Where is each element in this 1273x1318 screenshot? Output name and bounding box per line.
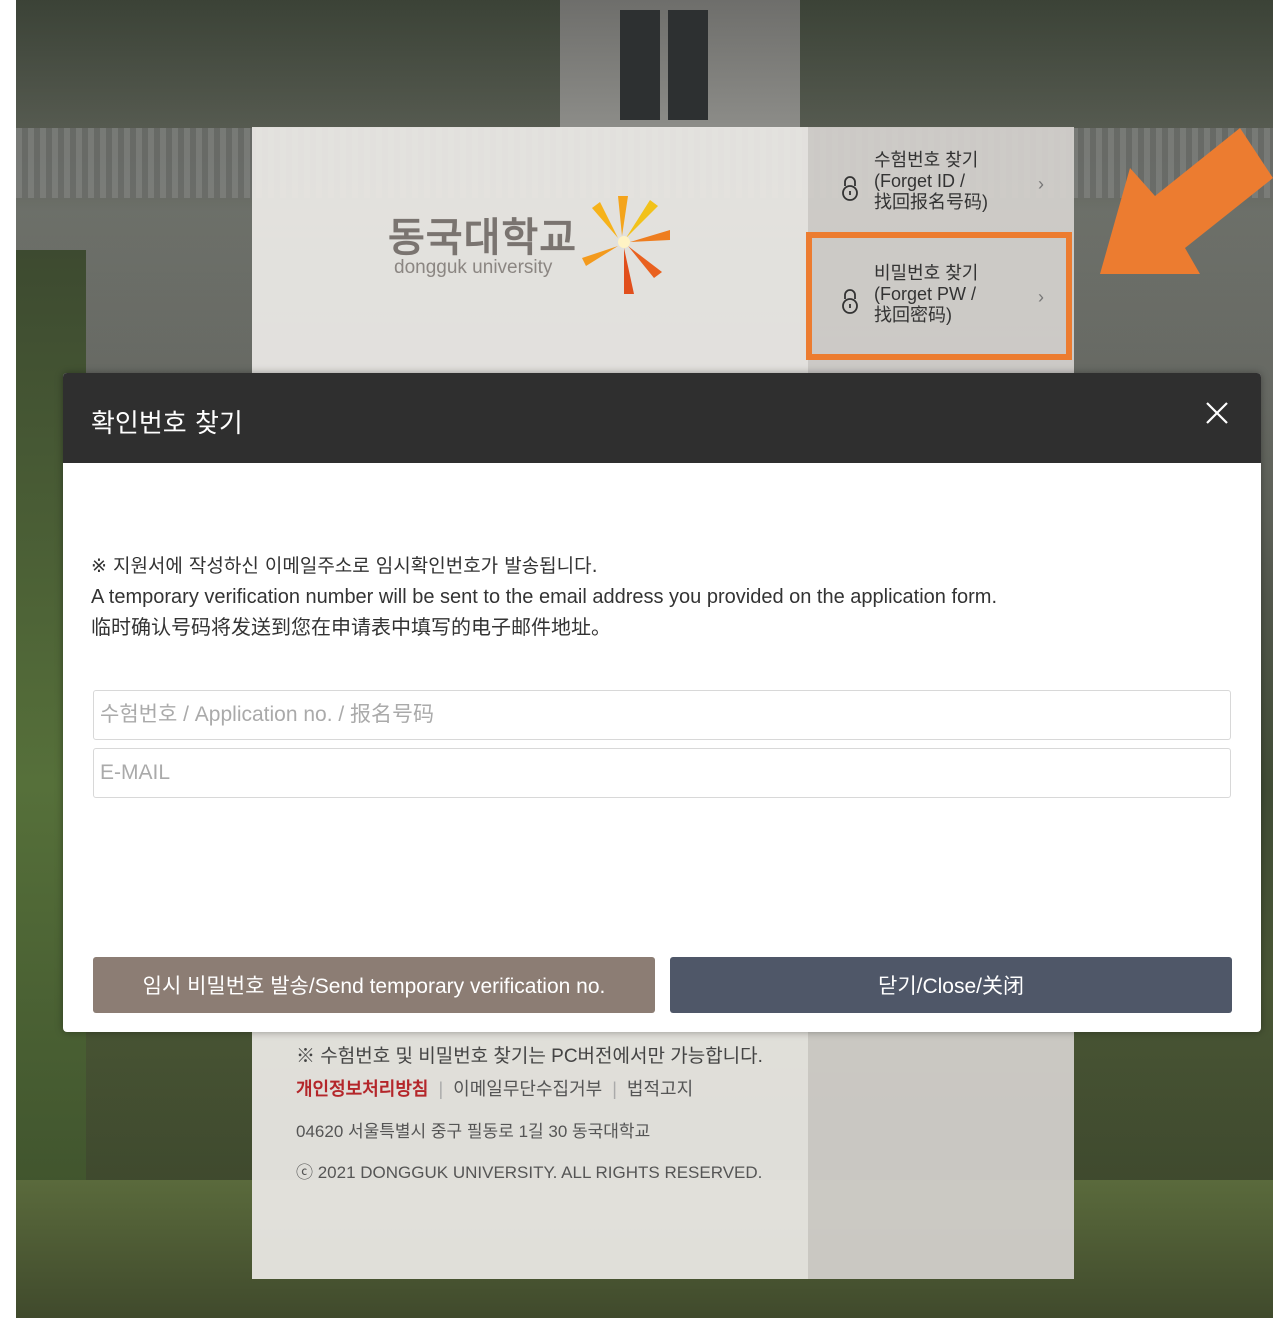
application-number-input[interactable] [93,690,1231,740]
email-input[interactable] [93,748,1231,798]
footer-copyright: ⓒ 2021 DONGGUK UNIVERSITY. ALL RIGHTS RE… [296,1163,763,1182]
modal-header: 확인번호 찾기 [63,373,1261,463]
send-verification-button[interactable]: 임시 비밀번호 발송/Send temporary verification n… [93,957,655,1013]
background-window [620,10,660,120]
background-window [668,10,708,120]
page-footer: ※ 수험번호 및 비밀번호 찾기는 PC버전에서만 가능합니다. 개인정보처리방… [296,1040,776,1183]
message-chinese: 临时确认号码将发送到您在申请表中填写的电子邮件地址。 [91,617,611,639]
footer-links: 개인정보처리방침 | 이메일무단수집거부 | 법적고지 [296,1075,776,1101]
footer-address: 04620 서울특별시 중구 필동로 1길 30 동국대학교 [296,1122,651,1141]
message-english: A temporary verification number will be … [91,586,998,608]
close-button[interactable]: 닫기/Close/关闭 [670,957,1232,1013]
separator: | [438,1079,444,1099]
footer-note: ※ 수험번호 및 비밀번호 찾기는 PC버전에서만 가능합니다. [296,1046,763,1067]
message-korean: ※ 지원서에 작성하신 이메일주소로 임시확인번호가 발송됩니다. [91,555,598,577]
close-icon[interactable] [1203,399,1231,427]
privacy-policy-link[interactable]: 개인정보처리방침 [296,1079,428,1099]
find-id-label-ko: 수험번호 찾기 [874,150,979,170]
lock-icon [842,176,858,201]
find-id-link[interactable]: 수험번호 찾기 (Forget ID / 找回报名号码) › [808,130,1074,238]
find-id-label-zh: 找回报名号码) [874,192,988,212]
email-refusal-link[interactable]: 이메일무단수집거부 [453,1079,602,1099]
university-logo-korean: 동국대학교 [388,215,577,261]
annotation-arrow-icon [1100,128,1273,274]
separator: | [612,1079,617,1099]
find-id-label-en: (Forget ID / [874,171,966,191]
highlight-box [806,232,1072,360]
find-verification-modal: 확인번호 찾기 ※ 지원서에 작성하신 이메일주소로 임시확인번호가 발송됩니다… [63,373,1261,1032]
modal-title: 확인번호 찾기 [91,409,243,439]
modal-message: ※ 지원서에 작성하신 이메일주소로 임시확인번호가 발송됩니다. A temp… [91,551,1231,644]
legal-notice-link[interactable]: 법적고지 [627,1079,693,1099]
chevron-right-icon: › [1038,174,1044,194]
university-logo-english: dongguk university [394,257,553,278]
university-logo-icon [582,196,670,294]
